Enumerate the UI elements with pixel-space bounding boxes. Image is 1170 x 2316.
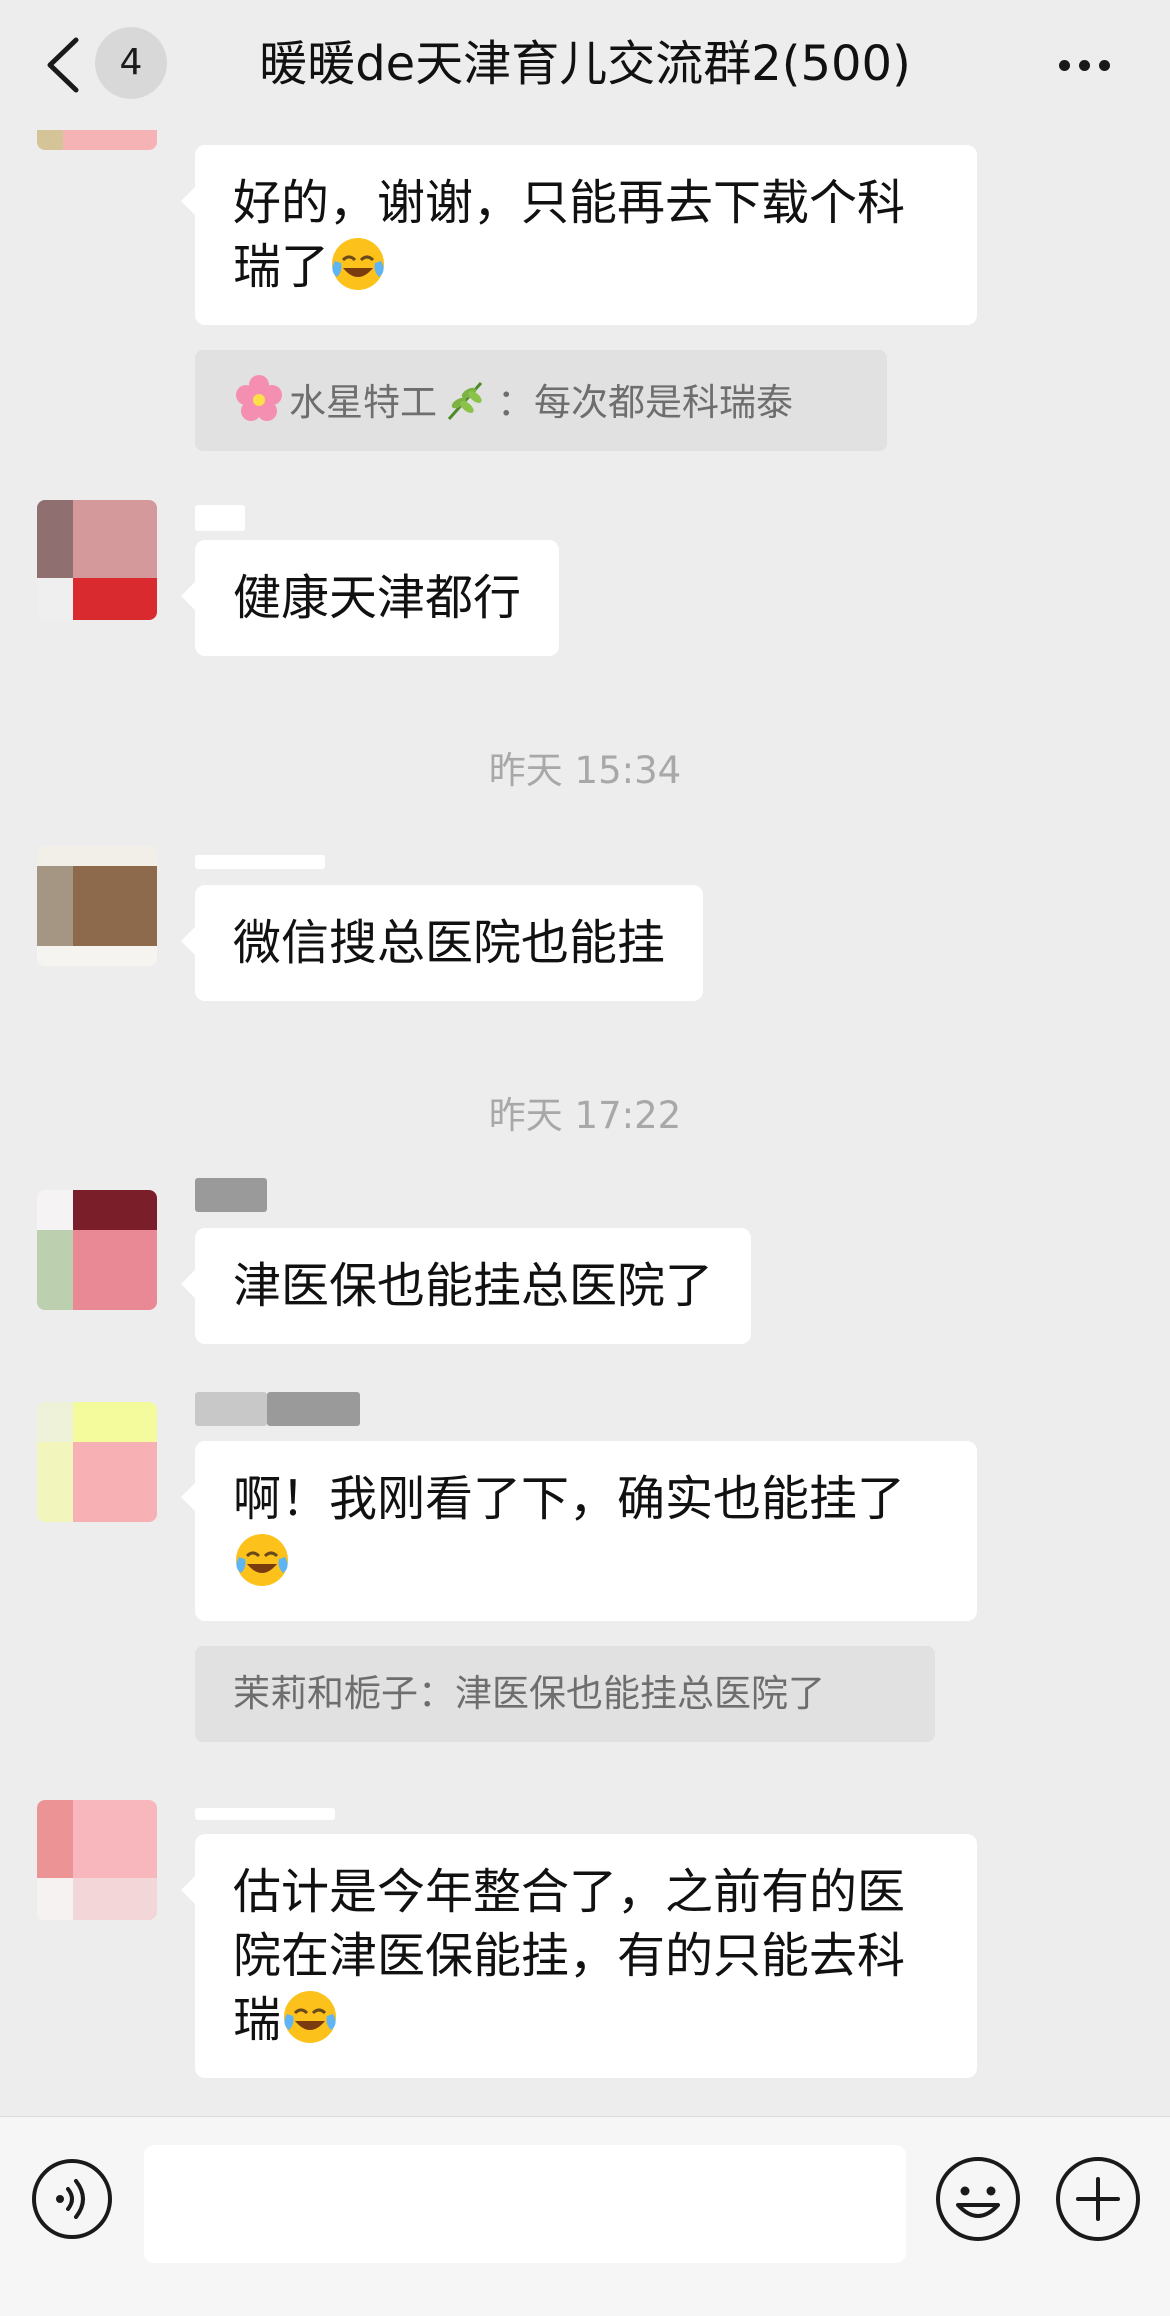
chat-screen: 好的，谢谢，只能再去下载个科 瑞了 水星特工 ：每次都是科瑞泰 健康天津都行 昨天… xyxy=(0,0,1170,2316)
sender-name xyxy=(195,855,325,869)
avatar[interactable] xyxy=(37,846,157,966)
herb-icon xyxy=(441,373,493,425)
unread-count-badge[interactable]: 4 xyxy=(95,27,167,99)
message-input[interactable] xyxy=(144,2145,906,2263)
smiley-icon xyxy=(936,2157,1020,2241)
avatar[interactable] xyxy=(37,1402,157,1522)
quote-sender: 水星特工 xyxy=(289,381,437,424)
input-bar xyxy=(0,2116,1170,2316)
sender-name xyxy=(195,1178,267,1212)
message-text: 健康天津都行 xyxy=(233,570,522,626)
avatar[interactable] xyxy=(37,1190,157,1310)
sender-name xyxy=(195,1392,267,1426)
message-text: 瑞了 xyxy=(233,239,330,295)
emoji-button[interactable] xyxy=(934,2155,1022,2243)
sender-name xyxy=(267,1392,360,1426)
message-text: 院在津医保能挂，有的只能去科 xyxy=(233,1928,906,1984)
timestamp: 昨天 15:34 xyxy=(488,749,682,792)
timestamp: 昨天 17:22 xyxy=(488,1094,682,1137)
message-text: 瑞 xyxy=(233,1992,282,2048)
message-text: 津医保也能挂总医院了 xyxy=(233,1258,714,1314)
cherry-blossom-icon xyxy=(233,373,285,425)
more-dots-icon xyxy=(1099,60,1110,71)
avatar[interactable] xyxy=(37,500,157,620)
back-button[interactable] xyxy=(40,32,86,98)
plus-circle-icon xyxy=(1056,2157,1140,2241)
chevron-left-icon xyxy=(47,37,79,93)
message-list[interactable]: 好的，谢谢，只能再去下载个科 瑞了 水星特工 ：每次都是科瑞泰 健康天津都行 昨天… xyxy=(0,0,1170,2116)
quote-text: 茉莉和栀子：津医保也能挂总医院了 xyxy=(233,1672,825,1715)
message-bubble[interactable]: 好的，谢谢，只能再去下载个科 瑞了 xyxy=(181,145,977,325)
voice-button[interactable] xyxy=(30,2157,114,2241)
message-text: 估计是今年整合了，之前有的医 xyxy=(233,1864,906,1920)
more-dots-icon xyxy=(1079,60,1090,71)
chat-title: 暖暖de天津育儿交流群2(500) xyxy=(259,36,911,92)
face-with-tears-of-joy-icon xyxy=(281,1988,339,2046)
quote-text: 每次都是科瑞泰 xyxy=(534,381,793,424)
quote-separator: ： xyxy=(497,381,534,424)
quoted-message[interactable]: 水星特工 ：每次都是科瑞泰 xyxy=(195,350,887,451)
more-dots-icon xyxy=(1059,60,1070,71)
message-bubble[interactable]: 啊！我刚看了下，确实也能挂了 xyxy=(181,1441,977,1621)
quoted-message[interactable]: 茉莉和栀子：津医保也能挂总医院了 xyxy=(195,1646,935,1742)
sender-name xyxy=(195,505,245,531)
more-functions-button[interactable] xyxy=(1054,2155,1142,2243)
more-button[interactable] xyxy=(1055,44,1115,84)
avatar[interactable] xyxy=(37,1800,157,1920)
face-with-tears-of-joy-icon xyxy=(233,1531,291,1589)
sender-name xyxy=(195,1808,335,1820)
nav-bar: 4 暖暖de天津育儿交流群2(500) xyxy=(0,0,1170,130)
message-bubble[interactable]: 津医保也能挂总医院了 xyxy=(180,1228,752,1344)
voice-icon xyxy=(32,2159,112,2239)
message-bubble[interactable]: 估计是今年整合了，之前有的医 院在津医保能挂，有的只能去科 瑞 xyxy=(181,1834,977,2078)
message-text: 好的，谢谢，只能再去下载个科 xyxy=(233,175,906,231)
face-with-tears-of-joy-icon xyxy=(329,235,387,293)
message-bubble[interactable]: 微信搜总医院也能挂 xyxy=(180,885,704,1001)
message-bubble[interactable]: 健康天津都行 xyxy=(180,540,560,656)
message-text: 啊！我刚看了下，确实也能挂了 xyxy=(233,1471,906,1527)
message-text: 微信搜总医院也能挂 xyxy=(233,915,666,971)
